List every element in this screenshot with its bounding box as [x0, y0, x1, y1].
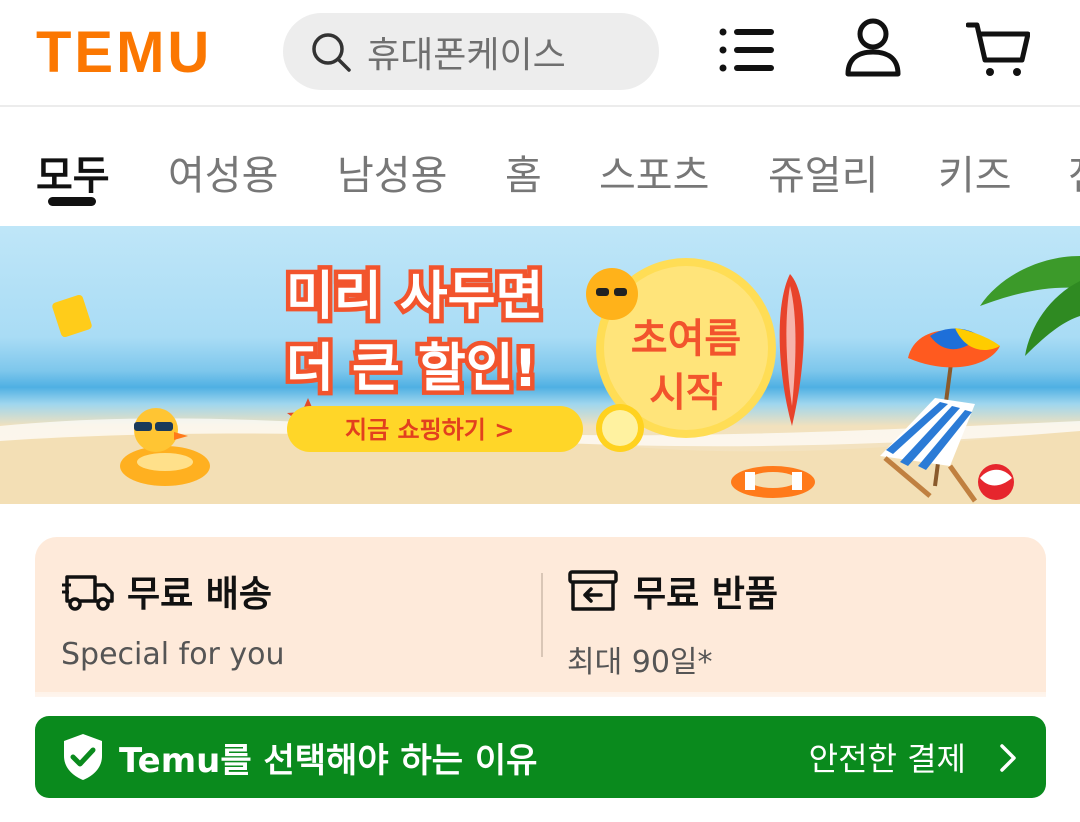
divider	[541, 573, 543, 657]
headline-line1: 미리 사두면	[286, 267, 543, 327]
beach-ball	[978, 464, 1014, 500]
tab-men[interactable]: 남성용	[337, 143, 447, 201]
free-returns-title: 무료 반품	[633, 574, 779, 615]
free-returns-subtitle: 최대 90일*	[567, 645, 713, 680]
shop-now-button[interactable]: 지금 쇼핑하기 >	[287, 406, 583, 452]
category-tabs: 모두 여성용 남성용 홈 스포츠 쥬얼리 키즈 전	[0, 109, 1080, 225]
surfboard	[779, 274, 804, 426]
truck-icon	[62, 575, 114, 611]
tab-sports[interactable]: 스포츠	[599, 143, 709, 201]
free-shipping[interactable]: 무료 배송 Special for you	[61, 565, 285, 672]
free-returns[interactable]: 무료 반품 최대 90일*	[567, 565, 778, 681]
tab-women[interactable]: 여성용	[168, 143, 278, 201]
why-choose-temu-bar[interactable]: Temu를 선택해야 하는 이유 안전한 결제	[35, 716, 1046, 798]
tab-all[interactable]: 모두	[36, 143, 110, 201]
account-icon[interactable]	[841, 16, 905, 80]
chevron-right-icon	[1000, 744, 1016, 772]
shield-check-icon	[64, 734, 102, 780]
scroll-fade	[0, 692, 1080, 712]
benefits-card[interactable]: 무료 배송 Special for you 무료 반품 최대 90일*	[35, 537, 1046, 697]
tab-home[interactable]: 홈	[505, 143, 542, 201]
search-icon	[312, 32, 351, 72]
lemon-slice	[596, 404, 644, 452]
tab-jewelry[interactable]: 쥬얼리	[768, 143, 878, 201]
search-input[interactable]: 휴대폰케이스	[283, 13, 659, 90]
headline-block: 미리 사두면 더 큰 할인!	[282, 263, 548, 404]
active-tab-indicator	[48, 197, 96, 206]
menu-list-icon[interactable]	[716, 16, 780, 80]
why-choose-title: Temu를 선택해야 하는 이유	[119, 740, 538, 781]
ticket-sticker	[52, 294, 92, 338]
free-shipping-subtitle: Special for you	[61, 637, 285, 672]
shop-now-label: 지금 쇼핑하기 >	[345, 416, 514, 444]
promo-banner[interactable]: 미리 사두면 더 큰 할인! 지금 쇼핑하기 > 초여름 시작	[0, 226, 1080, 504]
cart-icon[interactable]	[965, 16, 1031, 80]
sun-sticker	[586, 268, 638, 320]
search-placeholder: 휴대폰케이스	[367, 34, 566, 76]
life-ring	[731, 466, 815, 498]
return-box-icon	[568, 570, 618, 611]
badge-line1: 초여름	[631, 316, 741, 362]
palm-leaves	[980, 256, 1080, 356]
headline-line2: 더 큰 할인!	[286, 339, 537, 399]
free-shipping-title: 무료 배송	[127, 574, 273, 615]
app-header: TEMU 휴대폰케이스	[0, 0, 1080, 107]
badge-line2: 시작	[649, 370, 723, 416]
safe-payment-label: 안전한 결제	[808, 740, 966, 778]
temu-logo[interactable]: TEMU	[36, 24, 212, 82]
tab-electronics[interactable]: 전	[1068, 143, 1080, 201]
tab-kids[interactable]: 키즈	[938, 143, 1012, 201]
